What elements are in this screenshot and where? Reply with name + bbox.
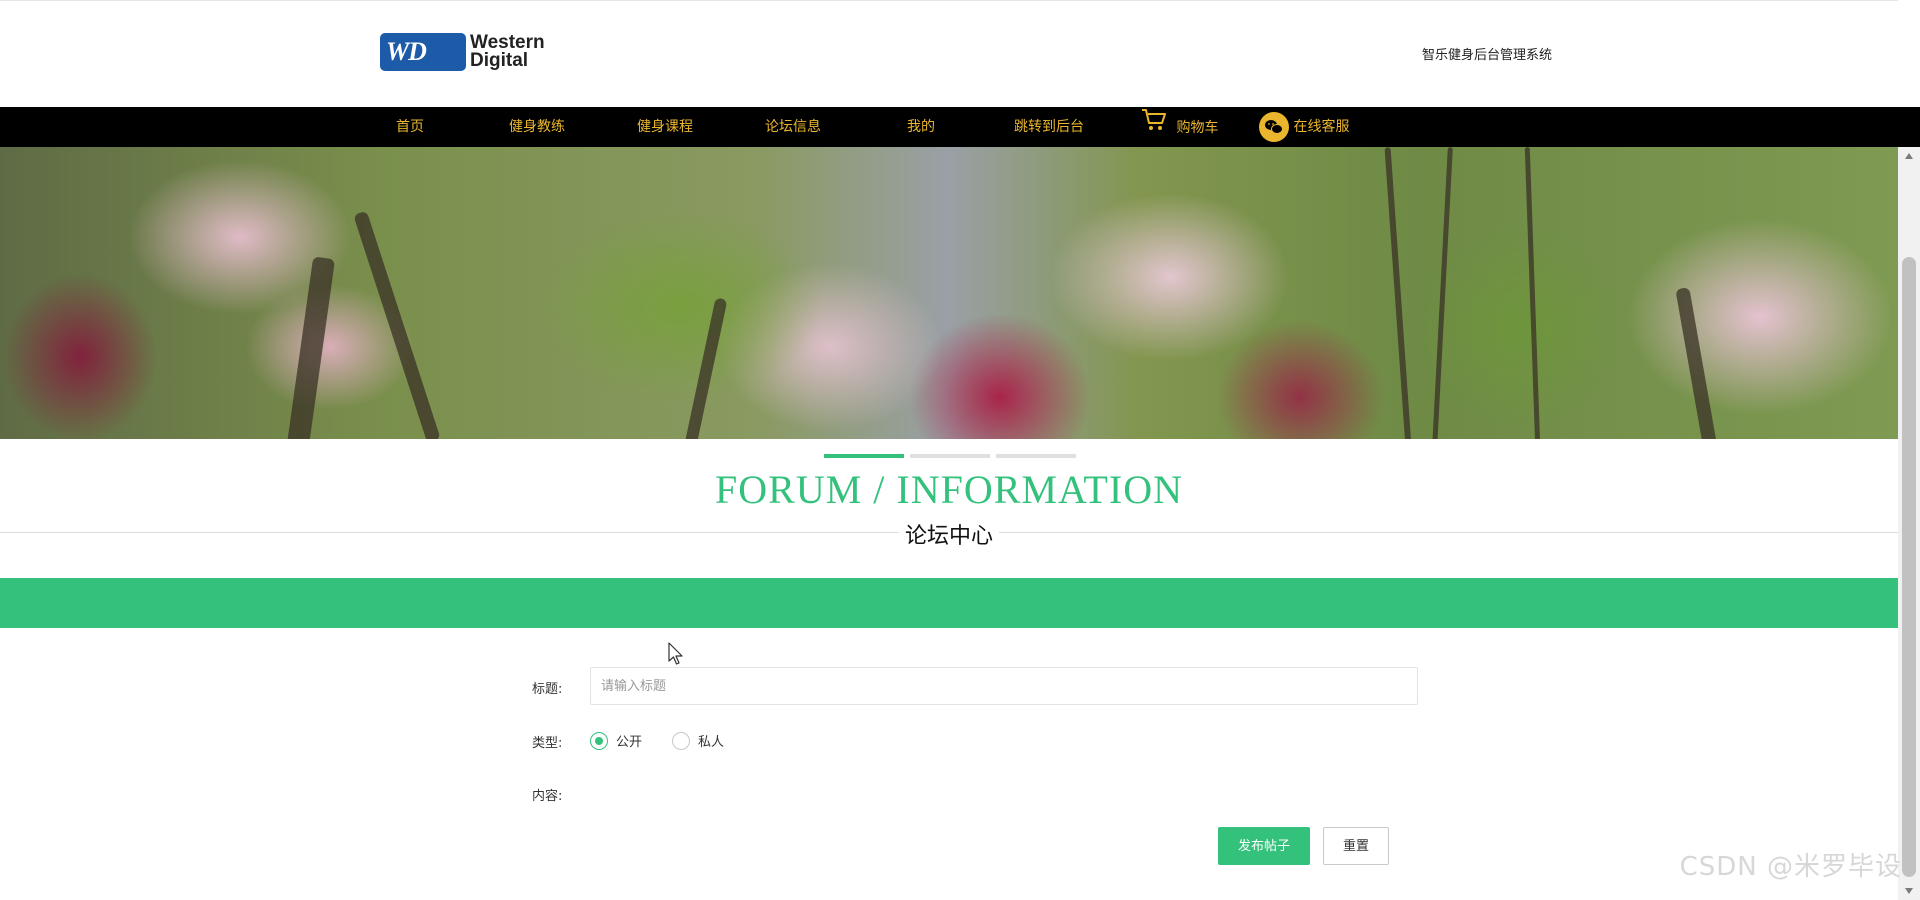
nav-item-label: 我的 (907, 119, 935, 135)
radio-unchecked-icon[interactable] (672, 731, 690, 750)
nav-item-label: 论坛信息 (765, 119, 821, 135)
page-scrollbar[interactable] (1898, 147, 1920, 900)
site-header: WD Western Digital 智乐健身后台管理系统 (0, 0, 1898, 108)
radio-checked-icon[interactable] (590, 731, 608, 750)
radio-label: 私人 (698, 735, 725, 750)
section-banner-bar (0, 578, 1898, 628)
section-title-cn-text: 论坛中心 (898, 524, 999, 549)
logo-badge-text: WD (386, 37, 427, 66)
nav-item-label: 购物车 (1176, 120, 1219, 136)
carousel-indicator-3[interactable] (996, 454, 1076, 458)
type-radio-public[interactable]: 公开 (590, 731, 642, 750)
banner-decoration (1432, 147, 1453, 439)
nav-item-home[interactable]: 首页 (396, 107, 424, 147)
carousel-indicator-1[interactable] (824, 454, 904, 458)
carousel-indicators (824, 454, 1076, 458)
nav-item-coaches[interactable]: 健身教练 (509, 107, 565, 147)
type-radio-private[interactable]: 私人 (672, 731, 724, 750)
content-label: 内容: (532, 789, 563, 804)
reset-button[interactable]: 重置 (1323, 827, 1389, 865)
logo-badge: WD (380, 33, 466, 71)
section-title-en: FORUM / INFORMATION (715, 467, 1183, 512)
banner-decoration (286, 256, 336, 439)
nav-item-label: 首页 (396, 119, 424, 135)
nav-item-admin[interactable]: 跳转到后台 (1014, 107, 1084, 147)
nav-item-forum[interactable]: 论坛信息 (765, 107, 821, 147)
nav-item-label: 健身教练 (509, 119, 565, 135)
publish-post-button[interactable]: 发布帖子 (1218, 827, 1310, 865)
title-input[interactable] (590, 667, 1418, 705)
banner-decoration (353, 210, 441, 439)
banner-decoration (684, 297, 728, 439)
banner-decoration (1524, 147, 1541, 439)
scroll-down-icon[interactable] (1905, 888, 1913, 894)
scroll-thumb[interactable] (1902, 257, 1916, 877)
mouse-cursor-icon (668, 642, 684, 670)
logo-line-2: Digital (470, 50, 529, 71)
nav-item-support[interactable]: 在线客服 (1259, 107, 1349, 147)
nav-item-cart[interactable]: 购物车 (1140, 107, 1218, 147)
nav-item-label: 跳转到后台 (1014, 119, 1084, 135)
nav-item-label: 在线客服 (1293, 119, 1350, 135)
section-title-cn: 论坛中心 (0, 518, 1898, 550)
scroll-up-icon[interactable] (1905, 153, 1913, 159)
banner-decoration (1384, 147, 1412, 439)
logo-wordmark: Western Digital (470, 33, 545, 71)
cart-icon (1140, 107, 1168, 149)
type-label: 类型: (532, 736, 563, 751)
main-nav: 首页 健身教练 健身课程 论坛信息 我的 跳转到后台 购物车 在线客服 (0, 107, 1920, 147)
site-logo[interactable]: WD Western Digital (380, 33, 545, 71)
site-title: 智乐健身后台管理系统 (1422, 48, 1553, 63)
title-label: 标题: (532, 682, 563, 697)
nav-item-label: 健身课程 (637, 119, 693, 135)
radio-label: 公开 (616, 735, 643, 750)
nav-item-mine[interactable]: 我的 (907, 107, 935, 147)
nav-item-courses[interactable]: 健身课程 (637, 107, 693, 147)
watermark: CSDN @米罗毕设 (1679, 852, 1902, 882)
hero-banner[interactable] (0, 147, 1898, 439)
wechat-icon (1259, 112, 1289, 142)
carousel-indicator-2[interactable] (910, 454, 990, 458)
banner-decoration (1675, 287, 1719, 439)
